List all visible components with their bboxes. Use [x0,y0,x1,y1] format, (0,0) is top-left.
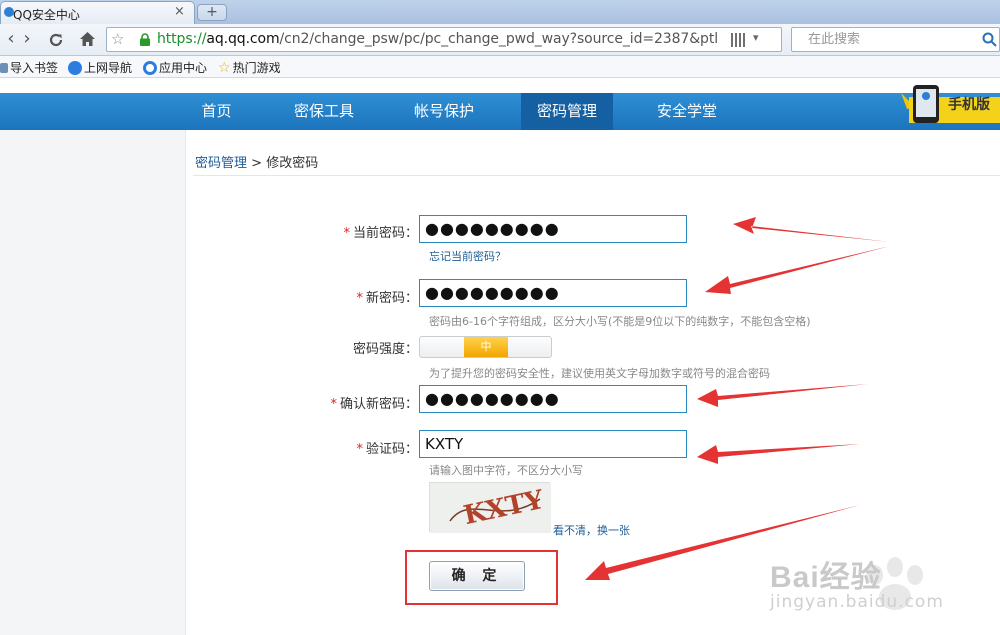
nav-password-management[interactable]: 密码管理 [521,93,613,130]
ie-icon [68,60,82,75]
bookmark-games[interactable]: ☆ 热门游戏 [218,59,281,76]
qr-code-icon[interactable] [731,33,745,47]
page-top-strip [0,78,1000,93]
import-icon [0,62,8,73]
bookmark-star-icon[interactable]: ☆ [111,30,124,48]
password-strength-label: 密码强度： [352,342,418,357]
watermark-brand: Bai经验 [770,561,882,594]
confirm-password-input[interactable]: ●●●●●●●●● [419,385,687,413]
captcha-label: * 验证码： [356,442,418,457]
left-panel [0,130,185,635]
search-box[interactable] [791,27,1000,52]
nav-home[interactable]: 首页 [185,93,248,130]
breadcrumb-parent[interactable]: 密码管理 [195,156,247,171]
search-input[interactable] [808,30,978,49]
forgot-password-link[interactable]: 忘记当前密码？ [429,248,506,264]
browser-tab[interactable]: QQ安全中心 × [0,1,195,24]
strength-level-medium: 中 [464,337,508,357]
breadcrumb-current: 修改密码 [266,156,319,171]
captcha-graphic: KXTY [430,483,551,533]
star-icon: ☆ [218,59,231,76]
dropdown-icon[interactable]: ▾ [753,31,759,44]
tab-close-icon[interactable]: × [174,4,185,19]
current-password-input[interactable]: ●●●●●●●●● [419,215,687,243]
lock-icon [140,33,150,46]
url-text[interactable]: https://aq.qq.com/cn2/change_psw/pc/pc_c… [157,31,718,47]
password-strength-meter: 中 [419,336,552,358]
new-tab-button[interactable]: + [197,4,227,21]
confirm-submit-button[interactable]: 确 定 [429,561,525,591]
watermark-url: jingyan.baidu.com [770,592,944,612]
captcha-hint: 请输入图中字符，不区分大小写 [429,464,583,477]
new-password-hint: 密码由6-16个字符组成，区分大小写(不能是9位以下的纯数字，不能包含空格) [429,315,811,328]
breadcrumb-separator: > [251,156,263,171]
breadcrumb-divider [193,175,1000,176]
forward-icon[interactable]: › [16,28,38,50]
nav-security-tools[interactable]: 密保工具 [280,93,368,130]
address-bar[interactable]: ☆ https://aq.qq.com/cn2/change_psw/pc/pc… [106,27,782,52]
nav-security-school[interactable]: 安全学堂 [643,93,731,130]
browser-toolbar: ‹ › ☆ https://aq.qq.com/cn2/change_psw/p… [0,24,1000,56]
current-password-label: * 当前密码： [343,226,418,241]
tab-title: QQ安全中心 [13,8,80,22]
site-nav: 首页 密保工具 帐号保护 密码管理 安全学堂 [0,93,1000,130]
mobile-version-label[interactable]: 手机版 [948,94,990,114]
nav-account-protection[interactable]: 帐号保护 [400,93,488,130]
reload-icon[interactable] [48,32,64,48]
bookmark-nav[interactable]: 上网导航 [68,59,132,76]
bookmarks-bar: 导入书签 上网导航 应用中心 ☆ 热门游戏 [0,56,1000,78]
new-password-input[interactable]: ●●●●●●●●● [419,279,687,307]
captcha-refresh-link[interactable]: 看不清，换一张 [553,522,630,538]
confirm-password-label: * 确认新密码： [330,397,418,412]
bookmark-import[interactable]: 导入书签 [0,59,58,76]
search-icon[interactable] [982,32,997,47]
captcha-input[interactable]: KXTY [419,430,687,458]
breadcrumb: 密码管理 > 修改密码 [195,152,318,171]
apps-icon [143,60,157,75]
new-password-label: * 新密码： [356,291,418,306]
home-icon[interactable] [79,31,96,47]
bookmark-apps[interactable]: 应用中心 [143,59,207,76]
captcha-image[interactable]: KXTY [429,482,551,533]
password-strength-hint: 为了提升您的密码安全性，建议使用英文字母加数字或符号的混合密码 [429,367,770,380]
